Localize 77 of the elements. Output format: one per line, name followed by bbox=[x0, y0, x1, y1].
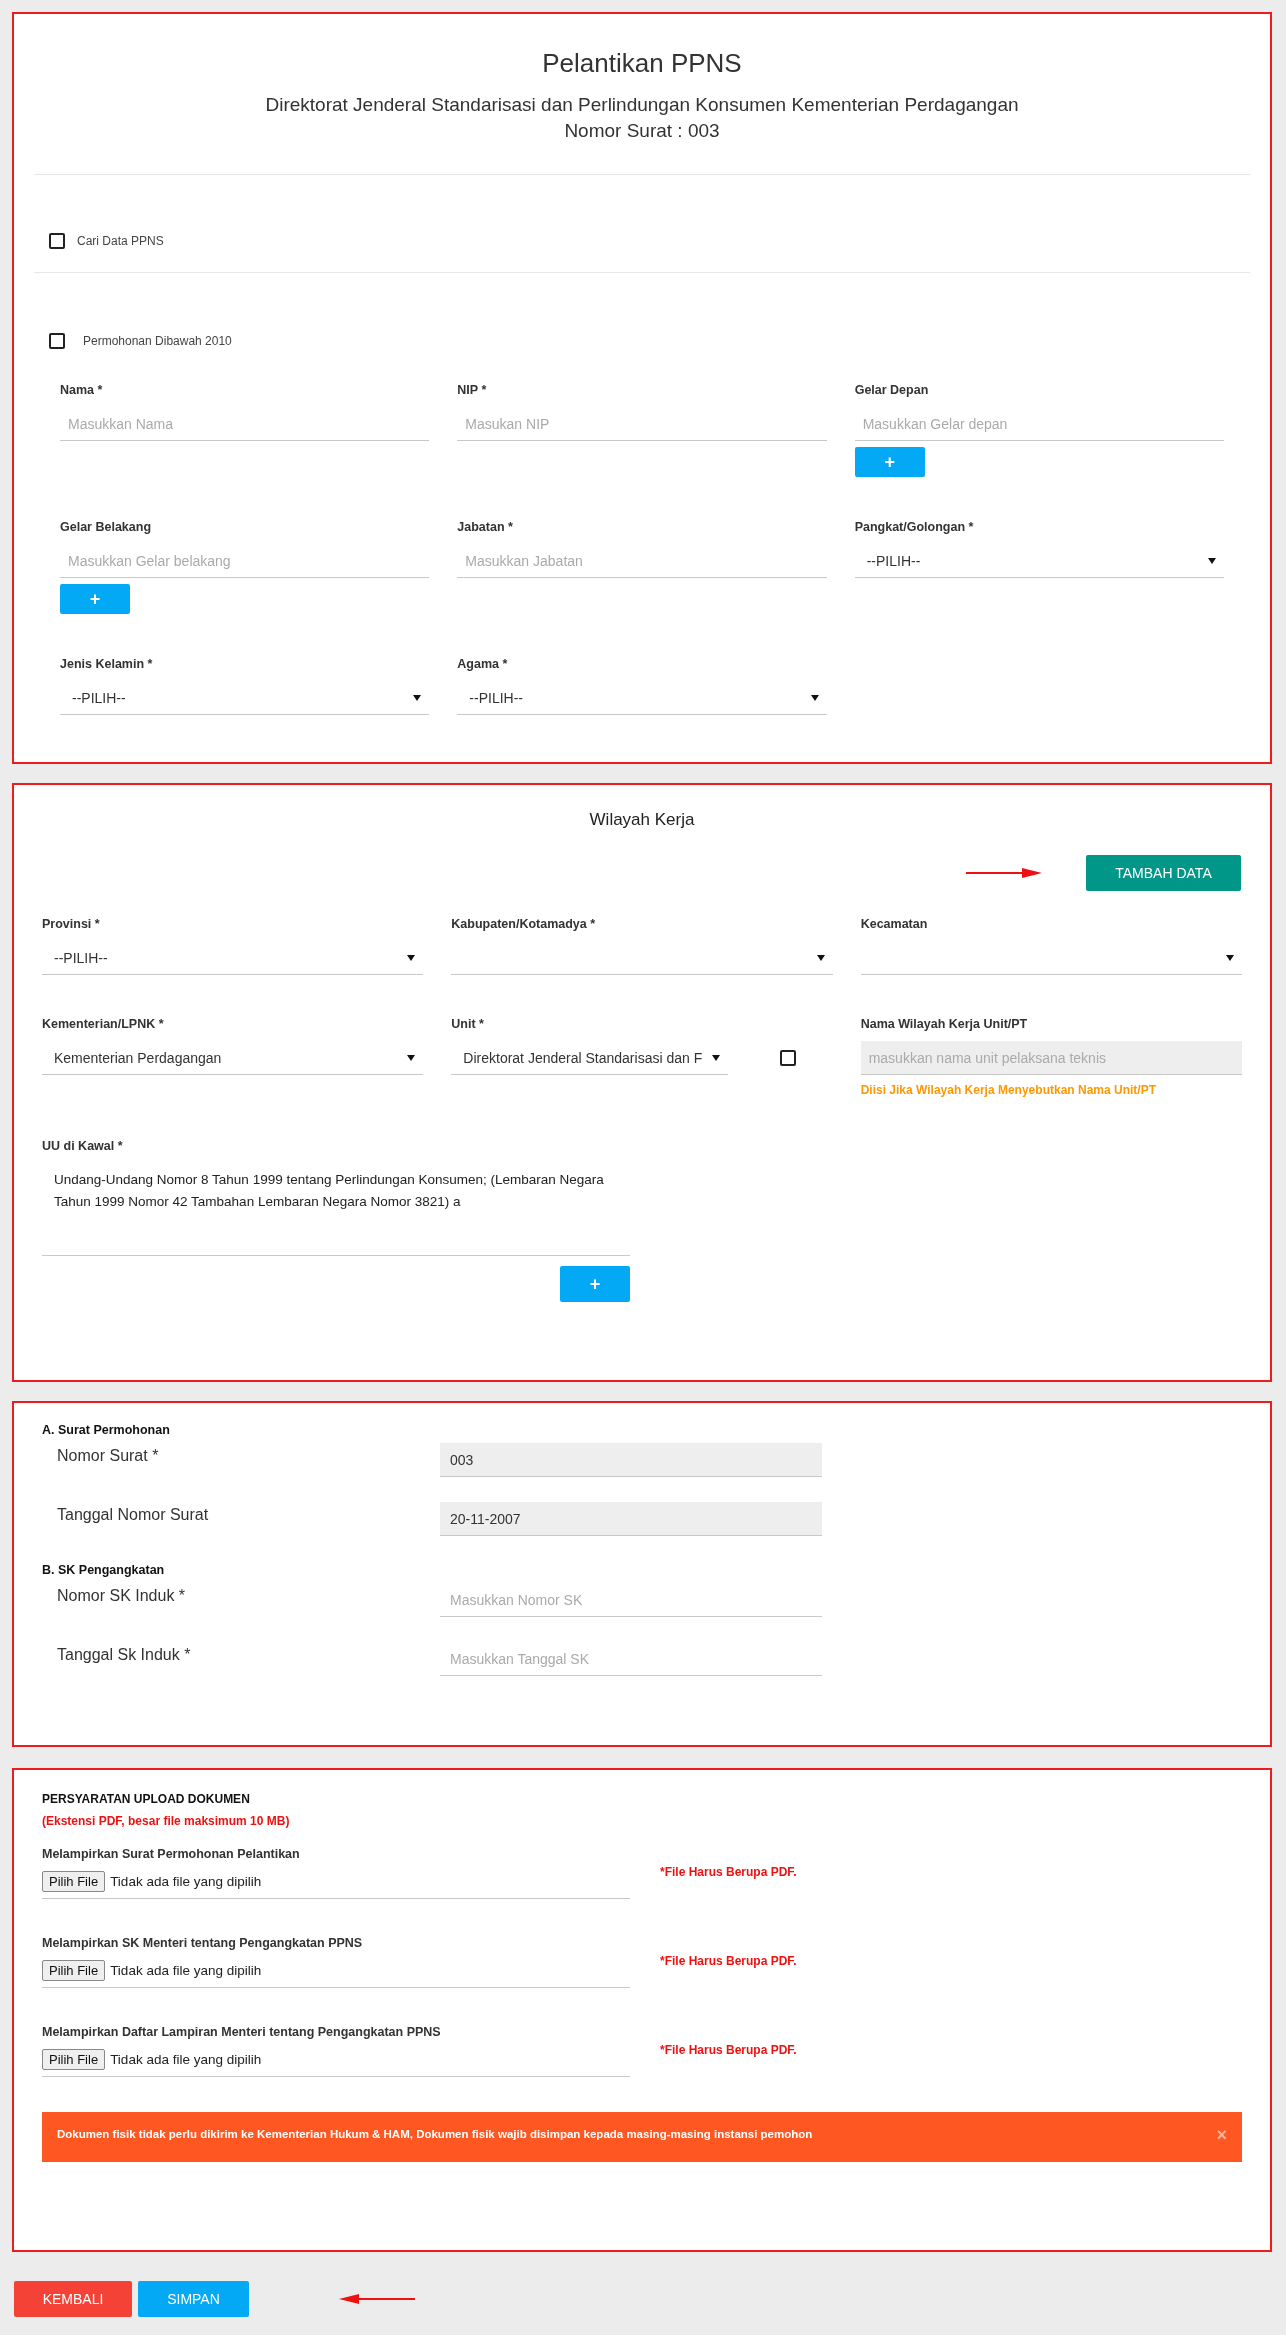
select-field[interactable]: --PILIH-- bbox=[854, 544, 1224, 578]
input-field[interactable]: Masukkan Gelar belakang bbox=[60, 544, 430, 578]
field-label: Jabatan * bbox=[457, 519, 514, 536]
caret-icon bbox=[413, 694, 422, 701]
file-status: Tidak ada file yang dipilih bbox=[110, 1874, 262, 1889]
text-area[interactable]: Undang-Undang Nomor 8 Tahun 1999 tentang Perlindungan Konsumen; (Lembaran Negara Tahun 1999 Nomor 42 Tambahan Lembaran Negara Nomor 3821) a bbox=[42, 1163, 630, 1256]
subtitle: Direktorat Jenderal Standarisasi dan Perlindungan Konsumen Kementerian Perdagangan bbox=[264, 93, 1020, 117]
field-label: Gelar Belakang bbox=[60, 519, 152, 536]
checkbox[interactable] bbox=[780, 1050, 797, 1066]
field-label: Jenis Kelamin * bbox=[60, 656, 154, 673]
field-label: UU di Kawal * bbox=[42, 1138, 124, 1155]
input-field: masukkan nama unit pelaksana teknis bbox=[860, 1041, 1242, 1075]
field-label: Melampirkan Daftar Lampiran Menteri tentang Pengangkatan PPNS bbox=[42, 2024, 442, 2041]
field-label: Nama Wilayah Kerja Unit/PT bbox=[860, 1016, 1029, 1033]
section-heading: B. SK Pengangkatan bbox=[42, 1562, 166, 1579]
input-field[interactable]: Masukkan Gelar depan bbox=[854, 407, 1224, 441]
add-button[interactable]: + bbox=[560, 1266, 630, 1302]
add-button[interactable]: + bbox=[854, 447, 925, 477]
input-field[interactable]: Masukkan Jabatan bbox=[457, 544, 827, 578]
caret-icon bbox=[1208, 557, 1216, 564]
back-button[interactable]: KEMBALI bbox=[14, 2281, 132, 2317]
field-label: Kementerian/LPNK * bbox=[42, 1016, 165, 1033]
field-label: Tanggal Nomor Surat bbox=[56, 1505, 210, 1524]
input-field[interactable]: Masukkan Tanggal SK bbox=[440, 1642, 822, 1676]
warning-text: *File Harus Berupa PDF. bbox=[660, 1954, 797, 1968]
field-label: Kabupaten/Kotamadya * bbox=[451, 916, 597, 933]
field-label: Nama * bbox=[60, 382, 104, 399]
section-heading: PERSYARATAN UPLOAD DOKUMEN bbox=[42, 1792, 251, 1806]
choose-file-button[interactable]: Pilih File bbox=[42, 2049, 106, 2070]
input-field[interactable]: Masukkan Nama bbox=[60, 407, 430, 441]
field-label: Nomor SK Induk * bbox=[56, 1586, 187, 1605]
input-field: 003 bbox=[440, 1443, 822, 1477]
field-label: Gelar Depan bbox=[854, 382, 930, 399]
requirement-note: (Ekstensi PDF, besar file maksimum 10 MB) bbox=[42, 1814, 291, 1828]
warning-text: *File Harus Berupa PDF. bbox=[660, 2043, 797, 2057]
field-label: Agama * bbox=[457, 656, 509, 673]
field-label: Melampirkan SK Menteri tentang Pengangkatan PPNS bbox=[42, 1935, 364, 1952]
select-field[interactable]: Direktorat Jenderal Standarisasi dan F bbox=[451, 1041, 729, 1075]
caret-icon bbox=[407, 954, 416, 961]
field-label: Unit * bbox=[451, 1016, 485, 1033]
caret-icon bbox=[816, 954, 825, 961]
caret-icon bbox=[407, 1054, 416, 1061]
alert-text: Dokumen fisik tidak perlu dikirim ke Kementerian Hukum & HAM, Dokumen fisik wajib disimpan kepada masing-masing instansi pemohon bbox=[57, 2128, 813, 2140]
checkbox[interactable] bbox=[49, 333, 65, 349]
checkbox-label: Cari Data PPNS bbox=[77, 234, 164, 248]
field-label: Melampirkan Surat Permohonan Pelantikan bbox=[42, 1846, 301, 1863]
field-label: Nomor Surat * bbox=[56, 1446, 160, 1465]
input-field[interactable]: Masukan NIP bbox=[457, 407, 827, 441]
add-button[interactable]: + bbox=[60, 584, 130, 614]
caret-icon bbox=[810, 694, 819, 701]
choose-file-button[interactable]: Pilih File bbox=[42, 1960, 106, 1981]
section-heading: A. Surat Permohonan bbox=[42, 1422, 171, 1439]
field-label: Tanggal Sk Induk * bbox=[56, 1645, 192, 1664]
save-button[interactable]: SIMPAN bbox=[138, 2281, 249, 2317]
select-field[interactable]: Kementerian Perdagangan bbox=[42, 1041, 424, 1075]
caret-icon bbox=[712, 1054, 721, 1061]
hint-text: Diisi Jika Wilayah Kerja Menyebutkan Nama Unit/PT bbox=[860, 1083, 1157, 1097]
caret-icon bbox=[1226, 954, 1234, 961]
select-field[interactable]: --PILIH-- bbox=[457, 681, 827, 715]
field-label: Provinsi * bbox=[42, 916, 101, 933]
add-data-button[interactable]: TAMBAH DATA bbox=[1086, 855, 1241, 891]
checkbox[interactable] bbox=[49, 233, 65, 249]
field-label: Pangkat/Golongan * bbox=[854, 519, 975, 536]
select-field[interactable]: --PILIH-- bbox=[60, 681, 430, 715]
file-status: Tidak ada file yang dipilih bbox=[110, 1963, 262, 1978]
warning-text: *File Harus Berupa PDF. bbox=[660, 1865, 797, 1879]
input-field[interactable]: Masukkan Nomor SK bbox=[440, 1583, 822, 1617]
field-label: Kecamatan bbox=[860, 916, 929, 933]
select-field[interactable]: --PILIH-- bbox=[42, 941, 424, 975]
letter-number: Nomor Surat : 003 bbox=[563, 119, 721, 143]
file-status: Tidak ada file yang dipilih bbox=[110, 2052, 262, 2067]
input-field: 20-11-2007 bbox=[440, 1502, 822, 1536]
checkbox-label: Permohonan Dibawah 2010 bbox=[83, 334, 232, 348]
field-label: NIP * bbox=[457, 382, 488, 399]
section-title: Wilayah Kerja bbox=[588, 809, 696, 831]
page-title: Pelantikan PPNS bbox=[541, 47, 743, 80]
choose-file-button[interactable]: Pilih File bbox=[42, 1871, 106, 1892]
